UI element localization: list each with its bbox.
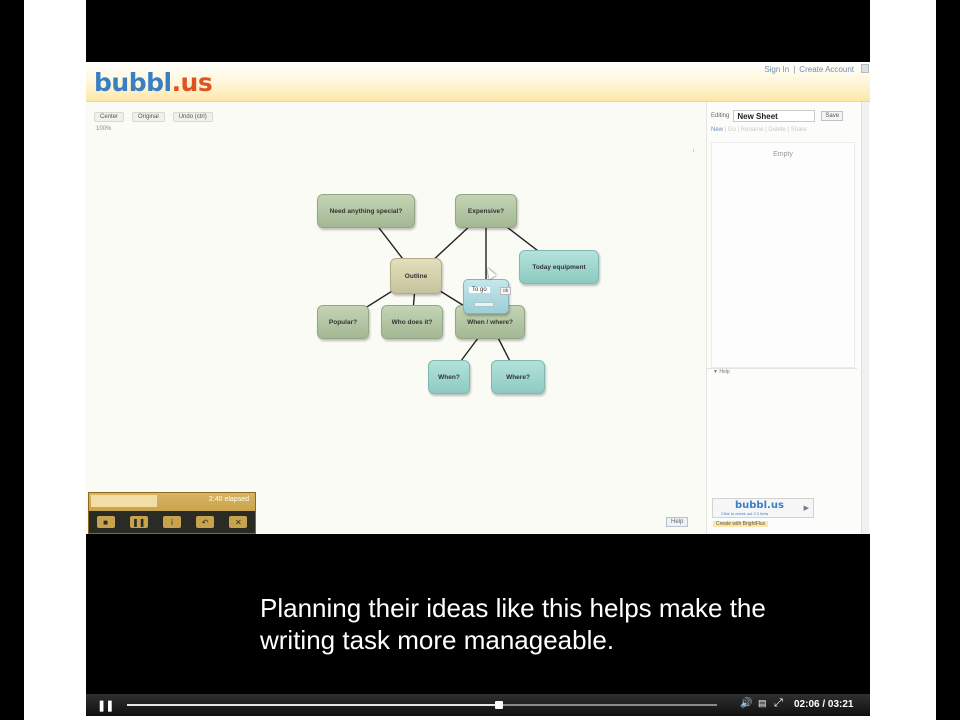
tutorial-progress-bar xyxy=(91,495,157,507)
time-readout: 02:06 / 03:21 xyxy=(794,699,854,710)
node-need-anything-special[interactable]: Need anything special? xyxy=(317,194,415,228)
bubblus-logo[interactable]: bubbl.us xyxy=(94,68,213,97)
page-margin-left xyxy=(24,0,86,720)
tutorial-player-widget: 2:40 elapsed ■ ❚❚ i ↶ ✕ xyxy=(88,492,256,534)
bubblus-app: bubbl.us Sign In | Create Account Need any… xyxy=(86,62,870,534)
sheet-actions-disabled: | Go | Rename | Delete | Share xyxy=(724,127,807,133)
canvas-corner-icon[interactable]: ↕ xyxy=(692,148,695,154)
node-where[interactable]: Where? xyxy=(491,360,545,394)
node-who-does-it[interactable]: Who does it? xyxy=(381,305,443,339)
undo-button[interactable]: Undo (ctrl) xyxy=(172,112,213,122)
promo-subtitle: Click to check out 2.0 beta xyxy=(721,511,768,516)
volume-icon[interactable]: 🔊 xyxy=(740,698,752,709)
node-text-input[interactable]: To go xyxy=(469,287,490,293)
pause-icon[interactable]: ❚❚ xyxy=(97,699,114,712)
empty-label: Empty xyxy=(773,151,793,158)
node-today-equipment[interactable]: Today equipment xyxy=(519,250,599,284)
chevron-right-icon: ▶ xyxy=(803,505,809,512)
tutorial-time: 2:40 elapsed xyxy=(208,496,249,503)
zoom-level[interactable]: 100% xyxy=(96,126,111,132)
close-icon[interactable]: ✕ xyxy=(229,516,248,528)
bubblus-beta-promo[interactable]: bubbl.us Click to check out 2.0 beta ▶ xyxy=(712,498,814,518)
save-button[interactable]: Save xyxy=(821,111,844,121)
node-when[interactable]: When? xyxy=(428,360,470,394)
frame-border-left xyxy=(0,0,24,720)
pause-icon[interactable]: ❚❚ xyxy=(129,516,148,528)
fullscreen-icon[interactable]: ⤢ xyxy=(774,697,783,710)
node-outline[interactable]: Outline xyxy=(390,258,442,294)
canvas-help-button[interactable]: Help xyxy=(666,517,689,527)
node-expensive[interactable]: Expensive? xyxy=(455,194,517,228)
node-popular[interactable]: Popular? xyxy=(317,305,369,339)
seek-progress xyxy=(127,704,499,706)
node-editor-handle[interactable] xyxy=(474,302,494,307)
help-panel-header[interactable]: ▼ Help xyxy=(707,368,857,375)
mindmap-canvas[interactable]: Need anything special? Expensive? Outlin… xyxy=(86,102,701,534)
app-header: bubbl.us Sign In | Create Account xyxy=(86,62,870,102)
video-subtitle: Planning their ideas like this helps mak… xyxy=(260,593,766,655)
original-button[interactable]: Original xyxy=(132,112,165,122)
center-button[interactable]: Center xyxy=(94,112,125,122)
scroll-up-icon[interactable] xyxy=(861,64,869,73)
seek-handle[interactable] xyxy=(494,701,503,709)
stop-icon[interactable]: ■ xyxy=(96,516,115,528)
frame-border-right xyxy=(936,0,960,720)
page-margin-right xyxy=(870,0,936,720)
node-editor-ok-button[interactable]: ok xyxy=(500,287,512,295)
video-player-controls: ❚❚ 🔊 ▤ ⤢ 02:06 / 03:21 xyxy=(86,694,870,716)
sheet-actions: New | Go | Rename | Delete | Share xyxy=(711,127,807,133)
sheet-name-input[interactable] xyxy=(733,110,816,122)
captions-icon[interactable]: ▤ xyxy=(758,698,767,709)
sidebar-scrollbar[interactable] xyxy=(861,102,869,534)
account-links: Sign In | Create Account xyxy=(764,65,854,74)
editing-row: Editing Save xyxy=(711,110,844,122)
new-sheet-link[interactable]: New xyxy=(711,127,723,133)
create-account-link[interactable]: Create Account xyxy=(799,65,854,74)
promo-logo: bubbl.us xyxy=(735,500,784,511)
sign-in-link[interactable]: Sign In xyxy=(764,65,789,74)
editing-label: Editing xyxy=(711,113,730,119)
video-letterbox-top xyxy=(86,0,870,62)
tutorial-controls: ■ ❚❚ i ↶ ✕ xyxy=(89,511,255,533)
seek-bar[interactable] xyxy=(127,701,717,709)
promo-badge[interactable]: Create with BrightFlux xyxy=(713,521,769,527)
sheets-sidebar: Editing Save New | Go | Rename | Delete … xyxy=(706,102,870,534)
rewind-icon[interactable]: ↶ xyxy=(196,516,215,528)
canvas-toolbar: Center Original Undo (ctrl) xyxy=(94,112,213,122)
sheets-list[interactable]: Empty xyxy=(711,142,855,368)
info-icon[interactable]: i xyxy=(162,516,181,528)
video-letterbox-bottom: Planning their ideas like this helps mak… xyxy=(86,534,870,694)
new-node-editor[interactable]: To go ok xyxy=(463,279,512,314)
